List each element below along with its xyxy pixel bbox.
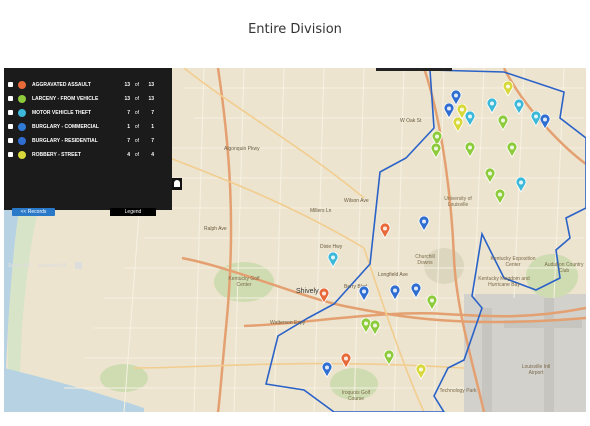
- label-wilson: Wilson Ave: [344, 198, 369, 204]
- legend-checkbox[interactable]: [8, 152, 13, 157]
- legend-label: BURGLARY - COMMERCIAL: [32, 123, 99, 130]
- legend-row[interactable]: BURGLARY - RESIDENTIAL 7 of 7: [8, 135, 168, 146]
- legend-of: of: [134, 81, 140, 88]
- legend-of: of: [134, 151, 140, 158]
- pin-icon: [18, 136, 26, 145]
- crime-pin-mvt[interactable]: [486, 98, 498, 114]
- crime-pin-larceny[interactable]: [383, 350, 395, 366]
- crime-pin-mvt[interactable]: [464, 111, 476, 127]
- label-ralph: Ralph Ave: [204, 226, 227, 232]
- legend-label: LARCENY - FROM VEHICLE: [32, 95, 99, 102]
- label-kentucky-expo: Kentucky Exposition Center: [490, 256, 536, 268]
- legend-row[interactable]: MOTOR VEHICLE THEFT 7 of 7: [8, 107, 168, 118]
- crime-pin-larceny[interactable]: [506, 142, 518, 158]
- crime-pin-burglary[interactable]: [418, 216, 430, 232]
- crime-pin-larceny[interactable]: [369, 320, 381, 336]
- crime-pin-larceny[interactable]: [426, 295, 438, 311]
- label-churchill-downs: Churchill Downs: [415, 254, 435, 266]
- legend-of: of: [134, 109, 140, 116]
- crime-pin-burglary[interactable]: [389, 285, 401, 301]
- legend-of: of: [134, 95, 140, 102]
- legend-of: of: [134, 137, 140, 144]
- pin-icon: [18, 80, 26, 89]
- crime-pin-larceny[interactable]: [494, 189, 506, 205]
- legend-of: of: [134, 123, 140, 130]
- legend-checkbox[interactable]: [8, 82, 13, 87]
- crime-pin-mvt[interactable]: [513, 99, 525, 115]
- legend-shown-count: 13: [124, 95, 130, 102]
- records-button[interactable]: << Records: [12, 208, 55, 216]
- legend-row[interactable]: ROBBERY - STREET 4 of 4: [8, 149, 168, 160]
- crime-pin-robbery[interactable]: [452, 117, 464, 133]
- legend-row[interactable]: LARCENY - FROM VEHICLE 13 of 13: [8, 93, 168, 104]
- legend-shown-count: 7: [127, 137, 130, 144]
- legend-total-count: 7: [151, 109, 154, 116]
- label-shively: Shively: [296, 288, 319, 295]
- pin-icon: [18, 94, 26, 103]
- crime-pin-burglary[interactable]: [539, 114, 551, 130]
- legend-shown-count: 1: [127, 123, 130, 130]
- legend-label: MOTOR VEHICLE THEFT: [32, 109, 92, 116]
- legend-total-count: 13: [148, 81, 154, 88]
- label-dixie: Dixie Hwy: [320, 244, 343, 250]
- crime-pin-burglary[interactable]: [358, 286, 370, 302]
- select-all-link[interactable]: Select All: [8, 263, 30, 269]
- legend-label: ROBBERY - STREET: [32, 151, 81, 158]
- crime-pin-larceny[interactable]: [497, 115, 509, 131]
- pin-icon: [18, 150, 26, 159]
- label-w-oak: W Oak St: [400, 118, 422, 124]
- label-audubon: Audubon Country Club: [544, 262, 584, 274]
- toggle-icon: [174, 180, 180, 187]
- legend-label: AGGRAVATED ASSAULT: [32, 81, 91, 88]
- crime-pin-mvt[interactable]: [515, 177, 527, 193]
- legend-checkbox[interactable]: [8, 138, 13, 143]
- panel-toggle-handle[interactable]: [172, 178, 182, 190]
- crime-pin-robbery[interactable]: [415, 364, 427, 380]
- crime-pin-burglary[interactable]: [410, 283, 422, 299]
- label-kentucky-kingdom: Kentucky Kingdom and Hurricane Bay: [478, 276, 530, 288]
- label-univ-louisville: University of Louisville: [444, 196, 472, 208]
- deselect-all-link[interactable]: Deselect All: [38, 263, 66, 269]
- legend-panel: AGGRAVATED ASSAULT 13 of 13 LARCENY - FROM V…: [4, 68, 172, 269]
- crime-pin-larceny[interactable]: [464, 142, 476, 158]
- crime-pin-larceny[interactable]: [430, 143, 442, 159]
- legend-checkbox[interactable]: [8, 124, 13, 129]
- crime-pin-assault[interactable]: [340, 353, 352, 369]
- legend-button[interactable]: Legend: [110, 208, 156, 216]
- label-airport: Louisville Intl Airport: [521, 364, 551, 376]
- label-iroquois: Iroquois Golf Course: [341, 390, 371, 402]
- legend-shown-count: 13: [124, 81, 130, 88]
- legend-shown-count: 7: [127, 109, 130, 116]
- legend-row[interactable]: AGGRAVATED ASSAULT 13 of 13: [8, 79, 168, 90]
- crime-pin-assault[interactable]: [379, 223, 391, 239]
- legend-total-count: 7: [151, 137, 154, 144]
- selection-bar: Select All Deselect All: [8, 262, 82, 269]
- map-top-bar: [376, 68, 452, 71]
- legend-checkbox[interactable]: [8, 96, 13, 101]
- label-millers: Millers Ln: [310, 208, 332, 214]
- legend-row[interactable]: BURGLARY - COMMERCIAL 1 of 1: [8, 121, 168, 132]
- crime-pin-assault[interactable]: [318, 288, 330, 304]
- legend-total-count: 13: [148, 95, 154, 102]
- crime-pin-robbery[interactable]: [502, 81, 514, 97]
- pin-icon: [18, 108, 26, 117]
- legend-total-count: 1: [151, 123, 154, 130]
- crime-pin-larceny[interactable]: [484, 168, 496, 184]
- legend-shown-count: 4: [127, 151, 130, 158]
- label-watterson: Watterson Expy: [270, 320, 306, 326]
- legend-total-count: 4: [151, 151, 154, 158]
- legend-label: BURGLARY - RESIDENTIAL: [32, 137, 98, 144]
- crime-pin-mvt[interactable]: [327, 252, 339, 268]
- label-longfield: Longfield Ave: [378, 272, 408, 278]
- crime-pin-burglary[interactable]: [321, 362, 333, 378]
- record-count-box: [74, 262, 82, 269]
- page-title: Entire Division: [248, 22, 342, 37]
- label-technology-park: Technology Park: [439, 388, 477, 394]
- label-algonquin: Algonquin Pkwy: [224, 146, 260, 152]
- pin-icon: [18, 122, 26, 131]
- label-kentucky-golf: Kentucky Golf Center: [228, 276, 260, 288]
- legend-checkbox[interactable]: [8, 110, 13, 115]
